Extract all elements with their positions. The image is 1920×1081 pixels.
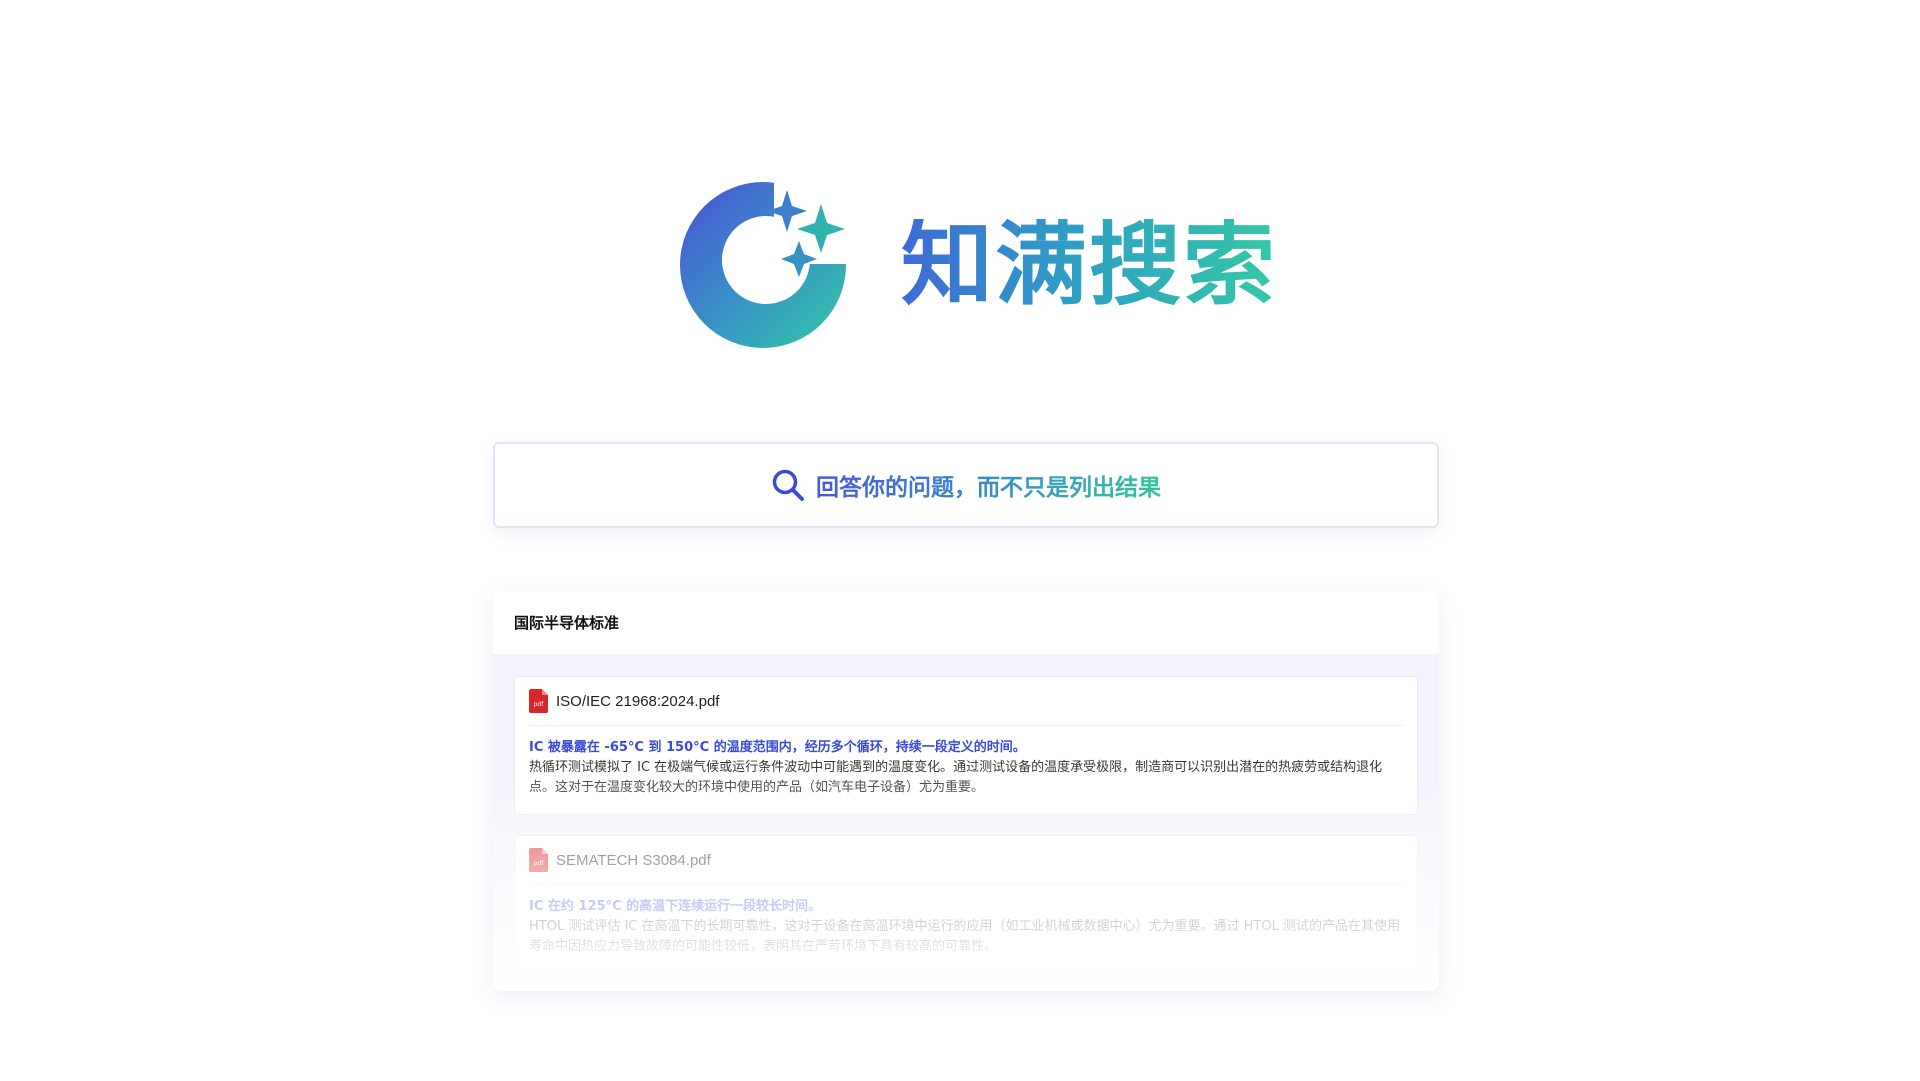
result-file-name[interactable]: SEMATECH S3084.pdf xyxy=(556,852,711,869)
page: 知满搜索 回答你的问题，而不只是列出结果 国际半导体标准 pdf ISO/IEC… xyxy=(0,0,1920,1081)
results-list: pdf ISO/IEC 21968:2024.pdf IC 被暴露在 -65°C… xyxy=(493,654,1439,974)
search-bar[interactable]: 回答你的问题，而不只是列出结果 xyxy=(493,442,1439,528)
result-summary: IC 在约 125°C 的高温下连续运行一段较长时间。 xyxy=(529,899,822,914)
pdf-icon: pdf xyxy=(529,848,548,872)
search-icon xyxy=(772,469,804,501)
result-detail: HTOL 测试评估 IC 在高温下的长期可靠性，这对于设备在高温环境中运行的应用… xyxy=(529,919,1400,954)
result-detail: 热循环测试模拟了 IC 在极端气候或运行条件波动中可能遇到的温度变化。通过测试设… xyxy=(529,760,1383,795)
results-category-title: 国际半导体标准 xyxy=(514,614,620,632)
crescent-sparkle-logo-icon xyxy=(680,182,846,348)
brand-name: 知满搜索 xyxy=(901,211,1278,318)
pdf-badge-text: pdf xyxy=(534,860,545,867)
result-card-header: pdf ISO/IEC 21968:2024.pdf xyxy=(529,677,1403,726)
result-card[interactable]: pdf SEMATECH S3084.pdf IC 在约 125°C 的高温下连… xyxy=(514,835,1418,974)
brand-logo: 知满搜索 xyxy=(678,180,1277,350)
result-file-name[interactable]: ISO/IEC 21968:2024.pdf xyxy=(556,693,719,710)
pdf-badge-text: pdf xyxy=(534,701,545,708)
results-header: 国际半导体标准 xyxy=(493,591,1439,654)
result-card[interactable]: pdf ISO/IEC 21968:2024.pdf IC 被暴露在 -65°C… xyxy=(514,676,1418,815)
results-panel: 国际半导体标准 pdf ISO/IEC 21968:2024.pdf IC 被暴… xyxy=(493,591,1439,991)
pdf-icon: pdf xyxy=(529,689,548,713)
result-card-header: pdf SEMATECH S3084.pdf xyxy=(529,836,1403,885)
search-slogan: 回答你的问题，而不只是列出结果 xyxy=(816,468,1161,502)
result-summary: IC 被暴露在 -65°C 到 150°C 的温度范围内，经历多个循环，持续一段… xyxy=(529,740,1026,755)
